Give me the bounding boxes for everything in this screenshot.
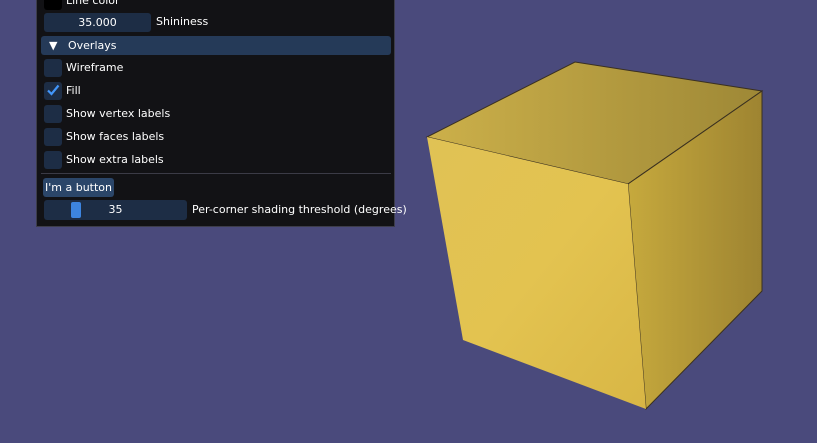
shininess-row: 35.000 Shininess <box>37 12 394 32</box>
shininess-label: Shininess <box>156 15 209 28</box>
checkbox-row-extra-labels: Show extra labels <box>37 150 394 170</box>
show-faces-labels-checkbox[interactable] <box>44 128 62 146</box>
line-color-row: Line color <box>37 0 394 11</box>
line-color-swatch[interactable] <box>44 0 62 10</box>
im-a-button[interactable]: I'm a button <box>43 178 114 197</box>
shininess-drag-input[interactable]: 35.000 <box>44 13 151 32</box>
shading-threshold-label: Per-corner shading threshold (degrees) <box>192 203 407 216</box>
show-extra-labels-checkbox[interactable] <box>44 151 62 169</box>
overlays-header-label: Overlays <box>68 39 117 52</box>
line-color-label: Line color <box>66 0 120 7</box>
separator <box>41 173 391 174</box>
checkbox-row-fill: Fill <box>37 81 394 101</box>
show-vertex-labels-checkbox[interactable] <box>44 105 62 123</box>
slider-value: 35 <box>108 203 123 216</box>
wireframe-label: Wireframe <box>66 61 124 74</box>
shading-threshold-slider[interactable]: 35 <box>44 200 187 220</box>
checkbox-row-vertex-labels: Show vertex labels <box>37 104 394 124</box>
checkbox-row-faces-labels: Show faces labels <box>37 127 394 147</box>
show-faces-labels-label: Show faces labels <box>66 130 165 143</box>
overlays-header[interactable]: ▼ Overlays <box>41 36 391 55</box>
collapse-arrow-icon: ▼ <box>49 39 58 52</box>
fill-checkbox[interactable] <box>44 82 62 100</box>
checkbox-row-wireframe: Wireframe <box>37 58 394 78</box>
show-vertex-labels-label: Show vertex labels <box>66 107 171 120</box>
settings-panel: Line color 35.000 Shininess ▼ Overlays W… <box>36 0 407 227</box>
checkmark-icon <box>47 84 60 96</box>
show-extra-labels-label: Show extra labels <box>66 153 164 166</box>
fill-label: Fill <box>66 84 81 97</box>
wireframe-checkbox[interactable] <box>44 59 62 77</box>
